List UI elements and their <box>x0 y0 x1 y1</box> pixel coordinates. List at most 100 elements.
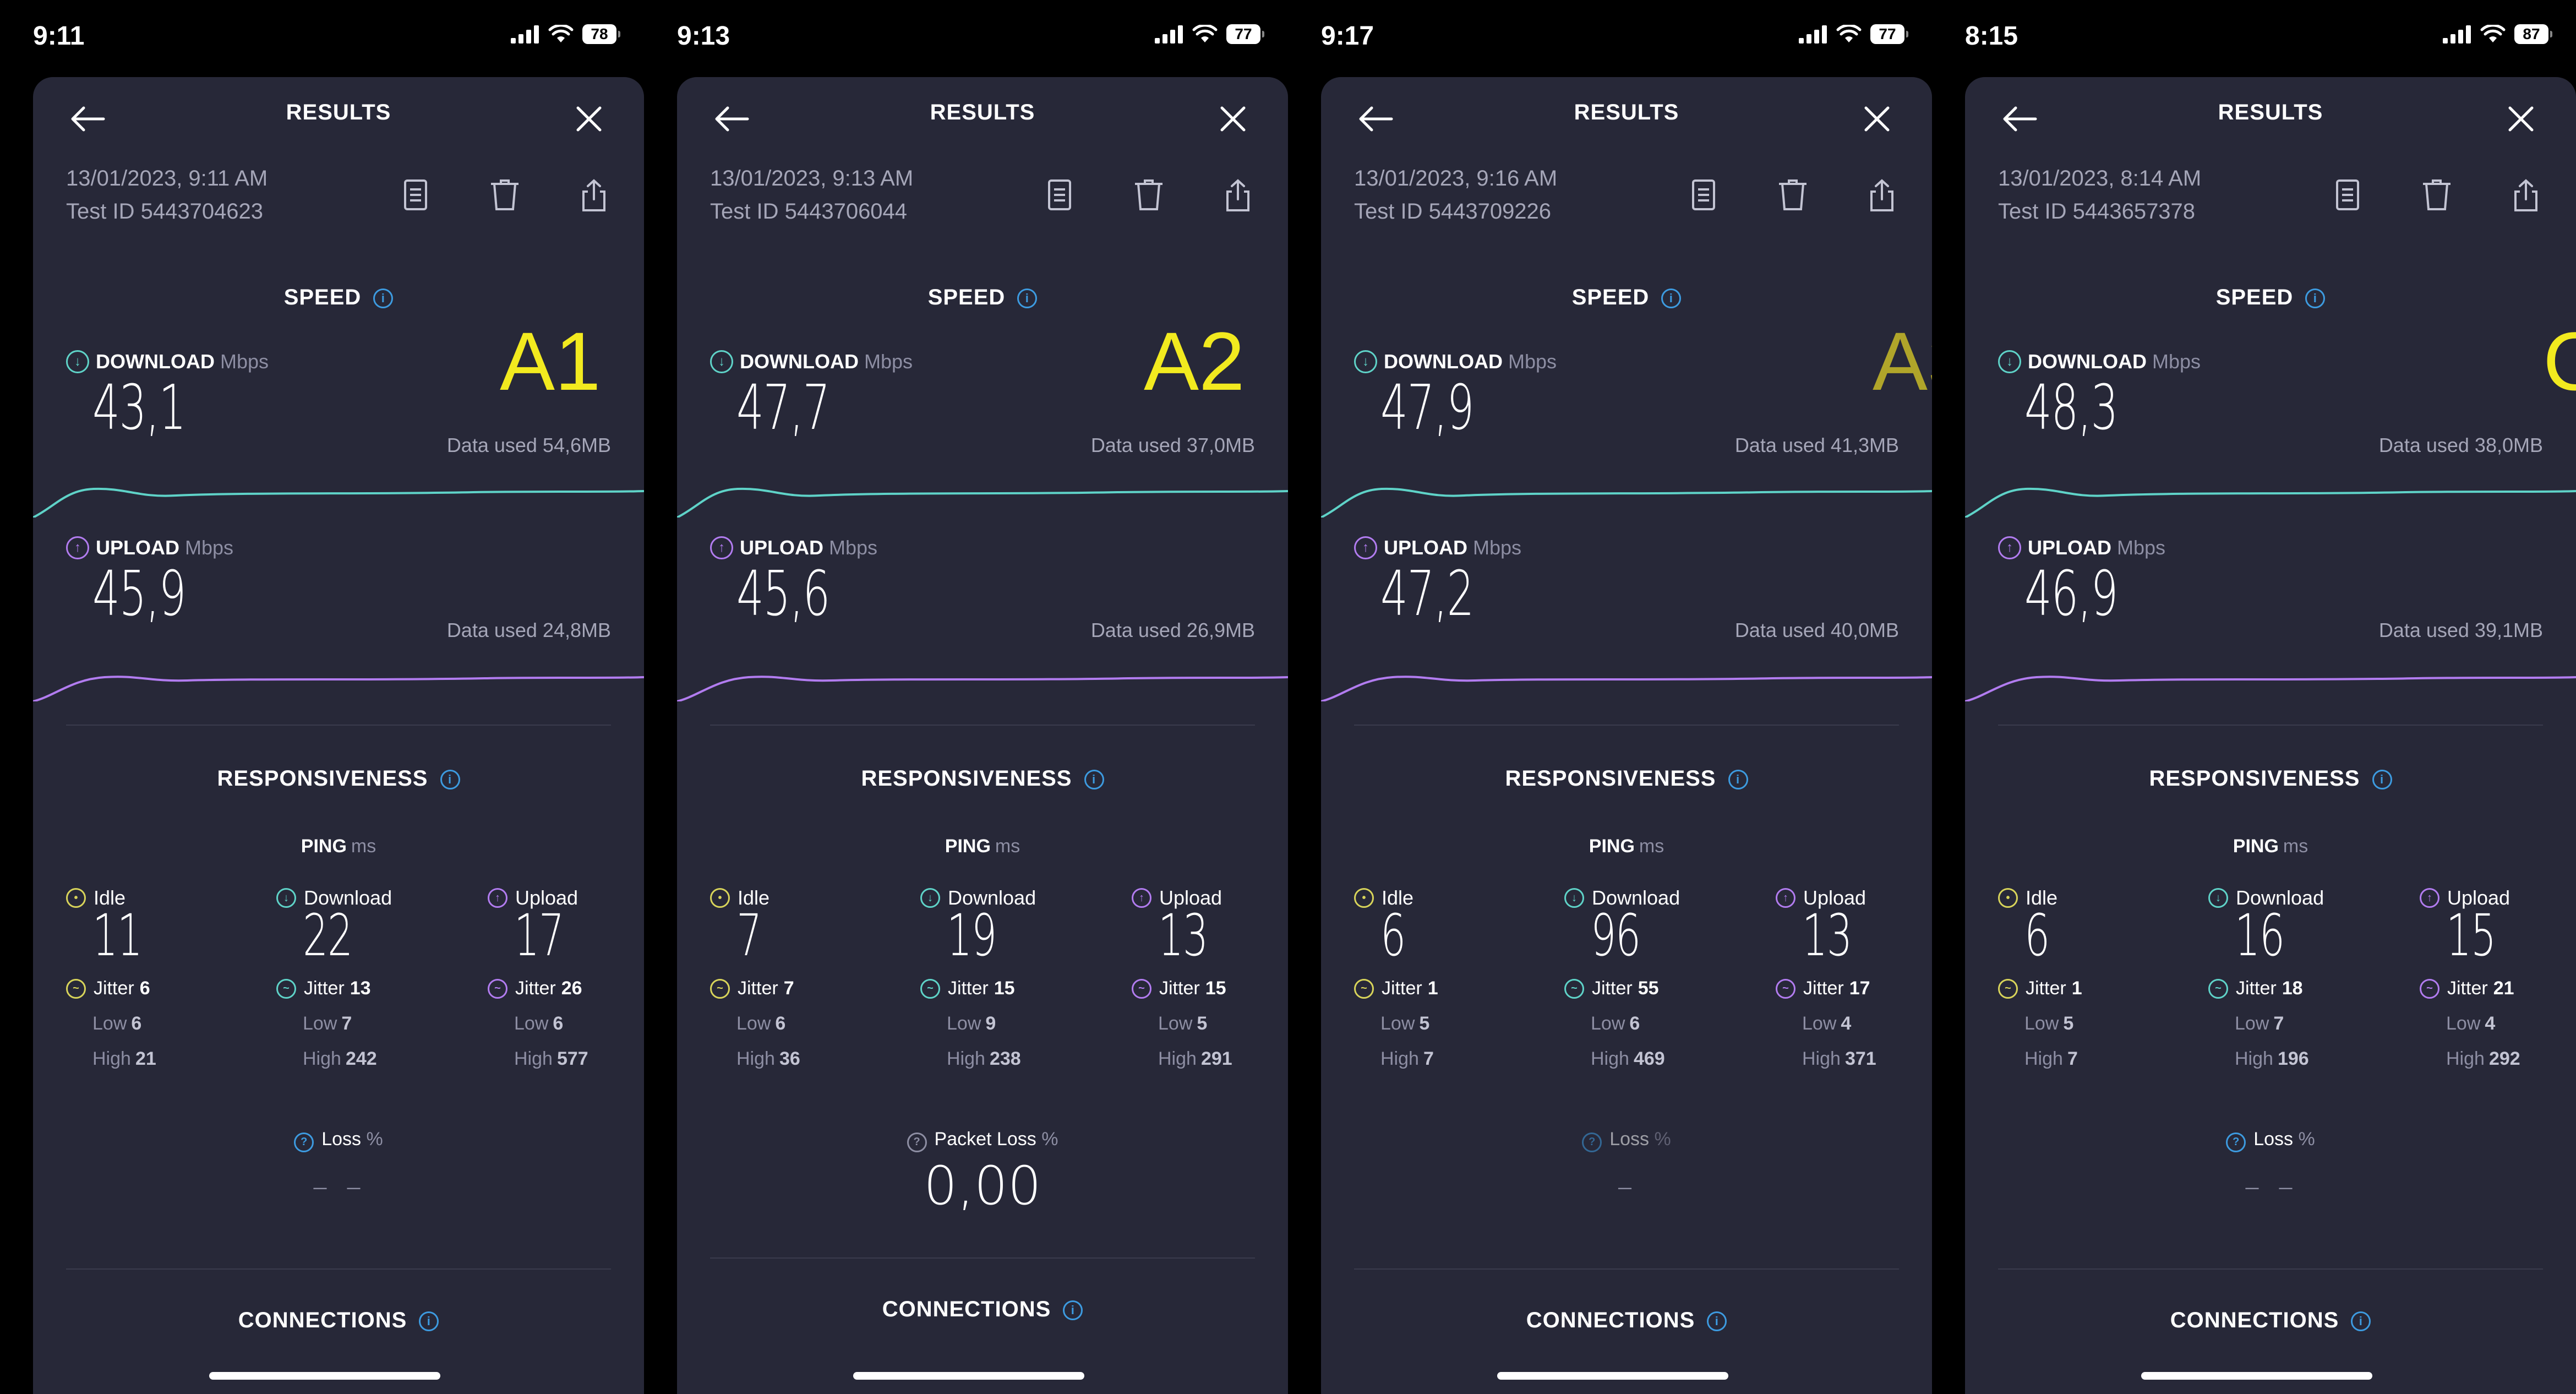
loss-unit: % <box>366 1129 383 1150</box>
ping-upload-high: High 292 <box>2446 1048 2520 1070</box>
home-indicator[interactable] <box>2141 1372 2372 1380</box>
ping-upload-value: 13 <box>1158 902 1208 969</box>
download-unit: Mbps <box>220 350 269 373</box>
home-indicator[interactable] <box>209 1372 440 1380</box>
download-unit: Mbps <box>864 350 913 373</box>
upload-icon: ↑ <box>66 536 89 559</box>
speed-section-title: SPEED i <box>1965 285 2576 310</box>
ping-idle-low: Low 5 <box>1380 1013 1429 1034</box>
ping-download-high: High 238 <box>947 1048 1021 1070</box>
low-value: 6 <box>1629 1013 1640 1034</box>
high-value: 371 <box>1844 1048 1876 1069</box>
packet-loss-label: ? Loss % <box>1321 1129 1932 1152</box>
info-icon[interactable]: i <box>1084 770 1104 790</box>
help-icon[interactable]: ? <box>1582 1132 1602 1152</box>
info-icon[interactable]: i <box>2305 288 2326 309</box>
info-icon[interactable]: i <box>419 1311 439 1332</box>
speed-title-text: SPEED <box>2215 285 2294 309</box>
info-icon[interactable]: i <box>1017 288 1038 309</box>
loss-label-text: Loss <box>321 1129 362 1150</box>
info-icon[interactable]: i <box>2372 770 2392 790</box>
wifi-icon <box>2480 25 2506 42</box>
jitter-label: Jitter <box>1382 978 1422 999</box>
jitter-label: Jitter <box>948 978 989 999</box>
low-value: 4 <box>1841 1013 1852 1034</box>
notes-icon[interactable] <box>396 176 435 215</box>
help-icon[interactable]: ? <box>2226 1132 2246 1152</box>
jitter-value: 18 <box>2282 978 2303 999</box>
download-unit: Mbps <box>2152 350 2201 373</box>
upload-speed-value: 45,6 <box>736 558 830 630</box>
info-icon[interactable]: i <box>1707 1311 1727 1332</box>
download-icon: ↓ <box>66 350 89 373</box>
low-value: 5 <box>1419 1013 1430 1034</box>
phone-screen: 9:11 78 RESULTS 13/01/2023, 9:11 AM Test… <box>0 0 644 1394</box>
responsiveness-section-title: RESPONSIVENESS i <box>33 766 644 791</box>
trash-icon[interactable] <box>1773 176 1812 215</box>
info-icon[interactable]: i <box>1063 1300 1083 1321</box>
jitter-icon: ~ <box>276 978 296 999</box>
packet-loss-value: – <box>1617 1167 1636 1206</box>
notes-icon[interactable] <box>2328 176 2367 215</box>
close-icon[interactable] <box>1211 97 1255 141</box>
download-icon: ↓ <box>276 888 296 908</box>
jitter-label: Jitter <box>304 978 345 999</box>
help-icon[interactable]: ? <box>294 1132 314 1152</box>
jitter-value: 7 <box>783 978 794 999</box>
ping-unit: ms <box>351 836 376 857</box>
ping-label: PING <box>2233 836 2279 857</box>
home-indicator[interactable] <box>1497 1372 1728 1380</box>
high-label: High <box>736 1048 775 1069</box>
jitter-value: 6 <box>139 978 150 999</box>
connections-title-text: CONNECTIONS <box>238 1308 407 1332</box>
ping-download-low: Low 9 <box>947 1013 996 1034</box>
close-icon[interactable] <box>567 97 611 141</box>
page-title: RESULTS <box>286 100 391 124</box>
download-graph <box>33 487 644 518</box>
close-icon[interactable] <box>1855 97 1899 141</box>
low-value: 9 <box>985 1013 996 1034</box>
info-icon[interactable]: i <box>1728 770 1748 790</box>
share-icon[interactable] <box>1219 176 1257 215</box>
ping-idle-low: Low 6 <box>736 1013 785 1034</box>
signal-icon <box>511 25 539 43</box>
phone-screen: 9:13 77 RESULTS 13/01/2023, 9:13 AM Test… <box>644 0 1288 1394</box>
high-value: 577 <box>556 1048 588 1069</box>
info-icon[interactable]: i <box>373 288 394 309</box>
trash-icon[interactable] <box>1129 176 1168 215</box>
ping-download-value: 16 <box>2235 902 2285 969</box>
upload-graph-line <box>1965 676 2576 701</box>
ping-download-value: 22 <box>303 902 353 969</box>
battery-icon: 77 <box>1870 24 1908 44</box>
trash-icon[interactable] <box>2417 176 2456 215</box>
notes-icon[interactable] <box>1684 176 1723 215</box>
ping-upload-value: 13 <box>1802 902 1852 969</box>
ping-title: PING ms <box>1321 836 1932 857</box>
upload-graph-line <box>677 676 1288 701</box>
info-icon[interactable]: i <box>1661 288 1682 309</box>
close-icon[interactable] <box>2499 97 2543 141</box>
low-value: 6 <box>553 1013 564 1034</box>
phone-screen: 9:17 77 RESULTS 13/01/2023, 9:16 AM Test… <box>1288 0 1932 1394</box>
jitter-label: Jitter <box>515 978 556 999</box>
trash-icon[interactable] <box>485 176 524 215</box>
section-divider <box>1354 1268 1899 1270</box>
page-title: RESULTS <box>1574 100 1679 124</box>
share-icon[interactable] <box>575 176 613 215</box>
jitter-label: Jitter <box>1159 978 1200 999</box>
upload-graph <box>1321 676 1932 701</box>
share-icon[interactable] <box>2507 176 2545 215</box>
upload-unit: Mbps <box>2117 536 2166 559</box>
info-icon[interactable]: i <box>2351 1311 2371 1332</box>
info-icon[interactable]: i <box>440 770 460 790</box>
share-icon[interactable] <box>1863 176 1901 215</box>
home-indicator[interactable] <box>853 1372 1084 1380</box>
ping-label: PING <box>301 836 347 857</box>
low-label: Low <box>1158 1013 1193 1034</box>
high-label: High <box>92 1048 131 1069</box>
low-label: Low <box>2235 1013 2269 1034</box>
notes-icon[interactable] <box>1040 176 1079 215</box>
help-icon[interactable]: ? <box>907 1132 927 1152</box>
test-id: Test ID 5443706044 <box>710 199 908 224</box>
ping-title: PING ms <box>1965 836 2576 857</box>
